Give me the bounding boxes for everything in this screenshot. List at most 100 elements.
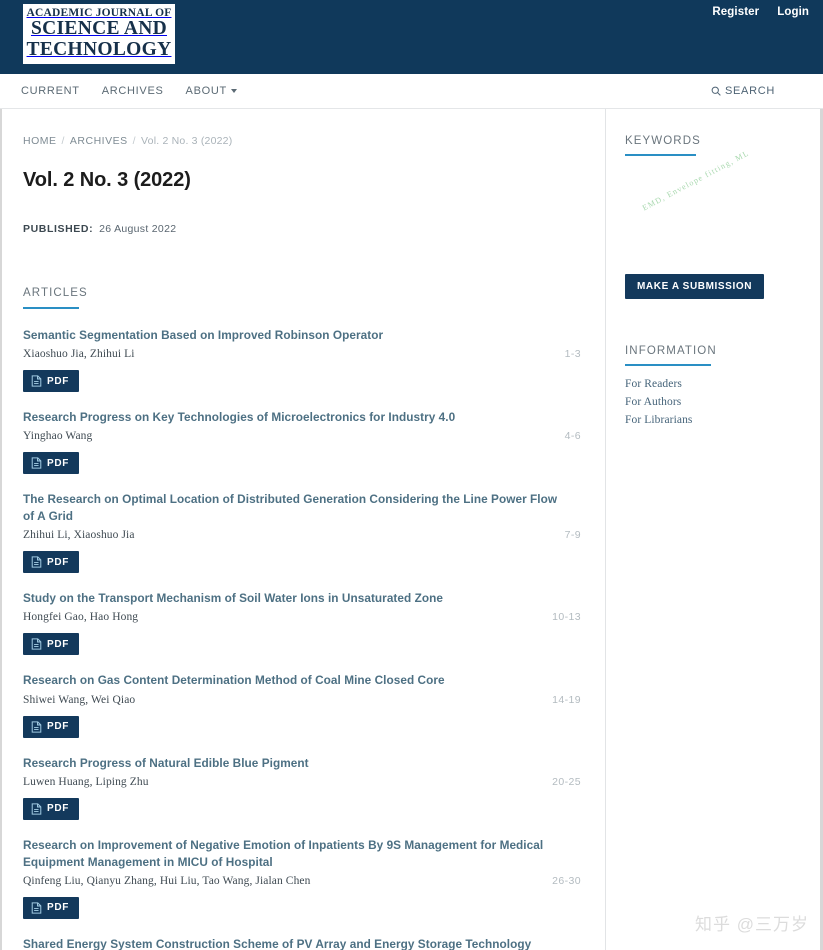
article-authors: Xiaoshuo Jia, Zhihui Li xyxy=(23,348,135,361)
article-item: Semantic Segmentation Based on Improved … xyxy=(23,327,581,409)
article-title-link[interactable]: Research on Gas Content Determination Me… xyxy=(23,672,563,689)
login-link[interactable]: Login xyxy=(777,6,809,18)
breadcrumb-home[interactable]: HOME xyxy=(23,135,57,147)
article-title-link[interactable]: Shared Energy System Construction Scheme… xyxy=(23,936,563,950)
info-link-for-authors[interactable]: For Authors xyxy=(625,396,805,408)
article-meta: Xiaoshuo Jia, Zhihui Li 1-3 xyxy=(23,348,581,360)
article-authors: Zhihui Li, Xiaoshuo Jia xyxy=(23,529,135,542)
page-title: Vol. 2 No. 3 (2022) xyxy=(23,169,191,191)
information-link-list: For Readers For Authors For Librarians xyxy=(625,378,805,426)
article-pages: 10-13 xyxy=(552,611,581,624)
article-meta: Qinfeng Liu, Qianyu Zhang, Hui Liu, Tao … xyxy=(23,875,581,887)
pdf-button-label: PDF xyxy=(47,375,70,387)
pdf-download-button[interactable]: PDF xyxy=(23,715,80,738)
article-title-link[interactable]: Study on the Transport Mechanism of Soil… xyxy=(23,590,563,607)
nav-item-about[interactable]: ABOUT xyxy=(186,85,237,97)
article-meta: Yinghao Wang 4-6 xyxy=(23,430,581,442)
user-nav: Register Login xyxy=(712,6,809,18)
content-wrapper: HOME / ARCHIVES / Vol. 2 No. 3 (2022) Vo… xyxy=(0,109,823,950)
article-item: Study on the Transport Mechanism of Soil… xyxy=(23,590,581,672)
file-pdf-icon xyxy=(31,802,42,815)
article-item: Research on Improvement of Negative Emot… xyxy=(23,837,581,936)
nav-item-about-label: ABOUT xyxy=(185,85,227,97)
primary-navbar: CURRENT ARCHIVES ABOUT SEARCH xyxy=(0,74,823,109)
pdf-button-label: PDF xyxy=(47,638,70,650)
article-title-link[interactable]: Research Progress on Key Technologies of… xyxy=(23,409,563,426)
published-date: 26 August 2022 xyxy=(99,223,177,235)
keyword-cloud: EMD, Envelope fitting, ML xyxy=(625,148,805,270)
pdf-button-label: PDF xyxy=(47,556,70,568)
article-meta: Zhihui Li, Xiaoshuo Jia 7-9 xyxy=(23,529,581,541)
article-title-link[interactable]: The Research on Optimal Location of Dist… xyxy=(23,491,563,525)
information-heading: INFORMATION xyxy=(625,345,717,357)
watermark: 知乎 @三万岁 xyxy=(695,915,809,934)
keywords-heading: KEYWORDS xyxy=(625,135,701,147)
articles-section-rule xyxy=(23,307,79,309)
breadcrumb-separator-1: / xyxy=(61,135,65,147)
info-link-for-readers[interactable]: For Readers xyxy=(625,378,805,390)
register-link[interactable]: Register xyxy=(712,6,759,18)
file-pdf-icon xyxy=(31,638,42,651)
article-authors: Hongfei Gao, Hao Hong xyxy=(23,611,139,624)
make-submission-button[interactable]: MAKE A SUBMISSION xyxy=(625,274,765,299)
article-item: Shared Energy System Construction Scheme… xyxy=(23,936,581,950)
article-pages: 20-25 xyxy=(552,775,581,788)
file-pdf-icon xyxy=(31,720,42,733)
articles-section-heading: ARTICLES xyxy=(23,287,88,299)
article-pages: 14-19 xyxy=(552,693,581,706)
info-link-for-librarians[interactable]: For Librarians xyxy=(625,414,805,426)
breadcrumb: HOME / ARCHIVES / Vol. 2 No. 3 (2022) xyxy=(23,135,581,147)
nav-item-current[interactable]: CURRENT xyxy=(21,85,80,97)
nav-item-archives[interactable]: ARCHIVES xyxy=(102,85,164,97)
sidebar: KEYWORDS EMD, Envelope fitting, ML MAKE … xyxy=(606,109,823,950)
article-authors: Qinfeng Liu, Qianyu Zhang, Hui Liu, Tao … xyxy=(23,874,311,887)
nav-item-list: CURRENT ARCHIVES ABOUT xyxy=(21,85,237,97)
pdf-download-button[interactable]: PDF xyxy=(23,551,80,574)
site-masthead: ACADEMIC JOURNAL OF SCIENCE AND TECHNOLO… xyxy=(0,0,823,74)
article-title-link[interactable]: Semantic Segmentation Based on Improved … xyxy=(23,327,563,344)
journal-logo[interactable]: ACADEMIC JOURNAL OF SCIENCE AND TECHNOLO… xyxy=(23,4,175,64)
article-item: The Research on Optimal Location of Dist… xyxy=(23,491,581,590)
search-label: SEARCH xyxy=(724,85,775,97)
pdf-download-button[interactable]: PDF xyxy=(23,370,80,393)
article-meta: Luwen Huang, Liping Zhu 20-25 xyxy=(23,776,581,788)
logo-line-2: SCIENCE AND xyxy=(30,18,168,40)
article-item: Research on Gas Content Determination Me… xyxy=(23,672,581,754)
article-pages: 1-3 xyxy=(564,348,581,361)
article-item: Research Progress of Natural Edible Blue… xyxy=(23,755,581,837)
pdf-download-button[interactable]: PDF xyxy=(23,797,80,820)
search-button[interactable]: SEARCH xyxy=(711,85,775,97)
nav-item-archives-label: ARCHIVES xyxy=(101,85,164,97)
file-pdf-icon xyxy=(31,375,42,387)
main-column: HOME / ARCHIVES / Vol. 2 No. 3 (2022) Vo… xyxy=(0,109,606,950)
keyword-cloud-text[interactable]: EMD, Envelope fitting, ML xyxy=(641,148,751,212)
article-pages: 4-6 xyxy=(564,430,581,443)
pdf-download-button[interactable]: PDF xyxy=(23,452,80,475)
article-list: Semantic Segmentation Based on Improved … xyxy=(23,327,581,950)
pdf-download-button[interactable]: PDF xyxy=(23,633,80,656)
article-meta: Shiwei Wang, Wei Qiao 14-19 xyxy=(23,694,581,706)
pdf-download-button[interactable]: PDF xyxy=(23,896,80,919)
pdf-button-label: PDF xyxy=(47,803,70,815)
breadcrumb-archives[interactable]: ARCHIVES xyxy=(70,135,128,147)
article-authors: Shiwei Wang, Wei Qiao xyxy=(23,693,136,706)
breadcrumb-separator-2: / xyxy=(132,135,137,147)
article-authors: Yinghao Wang xyxy=(23,430,93,443)
breadcrumb-current: Vol. 2 No. 3 (2022) xyxy=(141,135,233,147)
published-info: PUBLISHED: 26 August 2022 xyxy=(23,223,581,235)
search-icon xyxy=(711,86,721,96)
file-pdf-icon xyxy=(31,556,42,569)
article-title-link[interactable]: Research on Improvement of Negative Emot… xyxy=(23,837,563,871)
pdf-button-label: PDF xyxy=(47,902,70,914)
journal-issue-page: ACADEMIC JOURNAL OF SCIENCE AND TECHNOLO… xyxy=(0,0,823,950)
pdf-button-label: PDF xyxy=(47,457,70,469)
logo-line-3: TECHNOLOGY xyxy=(26,38,172,60)
nav-item-current-label: CURRENT xyxy=(21,85,80,97)
article-meta: Hongfei Gao, Hao Hong 10-13 xyxy=(23,611,581,623)
article-pages: 7-9 xyxy=(564,529,581,542)
article-title-link[interactable]: Research Progress of Natural Edible Blue… xyxy=(23,755,563,772)
file-pdf-icon xyxy=(31,457,42,469)
information-rule xyxy=(625,364,711,366)
chevron-down-icon xyxy=(230,89,237,93)
file-pdf-icon xyxy=(31,902,42,914)
